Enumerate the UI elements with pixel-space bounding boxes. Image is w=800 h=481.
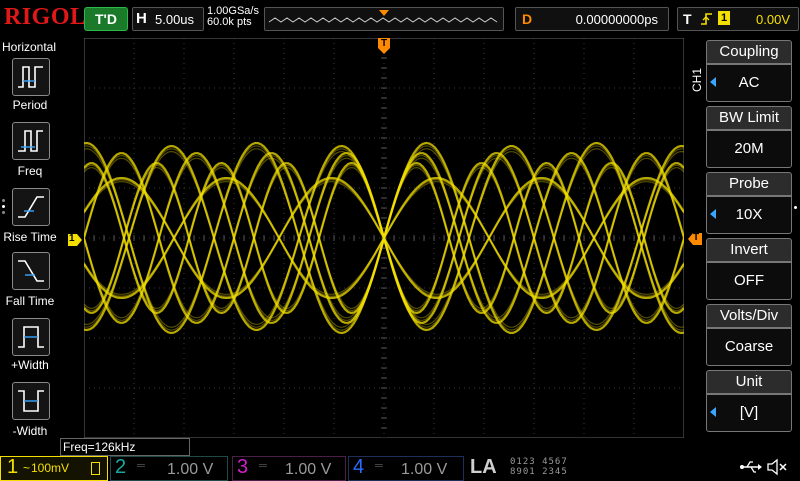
freq-button[interactable] — [12, 122, 50, 160]
channel4-number: 4 — [353, 456, 365, 478]
channel3-number: 3 — [237, 456, 249, 478]
logic-analyzer-status[interactable]: LA 0123 4567 8901 2345 — [466, 456, 596, 479]
rise-time-label: Rise Time — [3, 230, 57, 244]
la-groups-bottom: 8901 2345 — [510, 467, 568, 477]
positive-width-label: +Width — [11, 358, 49, 372]
dc-coupling-icon: ═ — [259, 460, 267, 472]
rigol-logo: RIGOL — [4, 4, 87, 30]
channel2-scale: 1.00 V — [167, 461, 214, 478]
period-button[interactable] — [12, 58, 50, 96]
trigger-key: T — [683, 11, 692, 27]
volts-div-title: Volts/Div — [706, 304, 792, 328]
probe-softkey[interactable]: Probe 10X — [706, 172, 792, 234]
channel-tag: CH1 — [690, 67, 704, 92]
coupling-select-arrow-icon — [710, 77, 716, 87]
channel4-scale: 1.00 V — [401, 461, 448, 478]
probe-title: Probe — [706, 172, 792, 196]
invert-softkey[interactable]: Invert OFF — [706, 238, 792, 300]
unit-softkey[interactable]: Unit [V] — [706, 370, 792, 432]
channel1-waveform — [84, 141, 684, 335]
waveform-display[interactable] — [84, 38, 684, 438]
frequency-measurement: Freq=126kHz — [60, 438, 190, 456]
volts-div-value: Coarse — [706, 328, 792, 366]
ac-coupling-icon: ~ — [23, 461, 31, 475]
delay-value: 0.00000000ps — [575, 12, 658, 27]
la-label: LA — [470, 456, 497, 478]
mute-speaker-icon[interactable] — [766, 458, 788, 476]
channel4-status[interactable]: 4 ═ 1.00 V — [348, 456, 464, 481]
unit-select-arrow-icon — [710, 407, 716, 417]
volts-div-softkey[interactable]: Volts/Div Coarse — [706, 304, 792, 366]
unit-value: [V] — [706, 394, 792, 432]
positive-width-icon — [18, 326, 44, 348]
fall-time-label: Fall Time — [5, 294, 55, 308]
usb-icon — [740, 461, 762, 473]
invert-value: OFF — [706, 262, 792, 300]
channel1-status[interactable]: 1 ~ 100mV — [0, 456, 108, 481]
dc-coupling-icon: ═ — [375, 460, 383, 472]
bw-limit-value: 20M — [706, 130, 792, 168]
left-page-dots — [2, 196, 6, 226]
trigger-level-value: 0.00V — [756, 12, 790, 27]
delay-key: D — [522, 11, 533, 27]
fall-time-button[interactable] — [12, 252, 50, 290]
memory-depth: 60.0k pts — [207, 16, 252, 28]
bandwidth-limit-icon — [91, 462, 100, 475]
coupling-value: AC — [706, 64, 792, 102]
memory-overview-wave — [268, 10, 498, 23]
menu-title: Horizontal — [2, 40, 57, 54]
freq-label: Freq — [17, 164, 43, 178]
bw-limit-title: BW Limit — [706, 106, 792, 130]
delay-display[interactable]: D 0.00000000ps — [515, 7, 669, 31]
channel3-status[interactable]: 3 ═ 1.00 V — [232, 456, 346, 481]
probe-select-arrow-icon — [710, 209, 716, 219]
unit-title: Unit — [706, 370, 792, 394]
timebase-key: H — [136, 10, 147, 27]
negative-width-label: -Width — [12, 424, 48, 438]
invert-title: Invert — [706, 238, 792, 262]
positive-width-button[interactable] — [12, 318, 50, 356]
period-label: Period — [12, 98, 48, 112]
memory-trigger-marker — [379, 10, 389, 16]
channel2-number: 2 — [115, 456, 127, 478]
channel1-scale: 100mV — [31, 461, 70, 475]
channel3-scale: 1.00 V — [285, 461, 332, 478]
dc-coupling-icon: ═ — [137, 460, 145, 472]
channel1-offset-marker[interactable]: 1 — [68, 233, 82, 246]
la-groups-top: 0123 4567 — [510, 457, 568, 467]
trigger-level-marker[interactable]: T — [688, 232, 702, 245]
acquisition-info: 1.00GSa/s 60.0k pts — [207, 6, 259, 28]
right-page-dot — [794, 206, 798, 216]
negative-width-icon — [18, 390, 44, 412]
rising-edge-icon — [701, 13, 712, 25]
fall-time-icon — [18, 260, 44, 282]
trigger-display[interactable]: T 1 0.00V — [677, 7, 799, 31]
channel2-status[interactable]: 2 ═ 1.00 V — [110, 456, 228, 481]
channel1-number: 1 — [7, 456, 19, 478]
coupling-softkey[interactable]: Coupling AC — [706, 40, 792, 102]
probe-value: 10X — [706, 196, 792, 234]
bw-limit-softkey[interactable]: BW Limit 20M — [706, 106, 792, 168]
negative-width-button[interactable] — [12, 382, 50, 420]
frequency-icon — [18, 130, 43, 152]
horizontal-timebase[interactable]: H 5.00us — [132, 7, 204, 31]
trigger-position-marker[interactable]: T — [378, 38, 390, 54]
rise-time-button[interactable] — [12, 188, 50, 226]
trigger-status-badge: T'D — [84, 7, 128, 31]
trigger-source-badge: 1 — [718, 11, 730, 25]
coupling-title: Coupling — [706, 40, 792, 64]
period-icon — [18, 66, 43, 88]
timebase-value: 5.00us — [155, 12, 195, 27]
rise-time-icon — [18, 196, 44, 218]
memory-waveform-overview[interactable] — [264, 7, 504, 31]
